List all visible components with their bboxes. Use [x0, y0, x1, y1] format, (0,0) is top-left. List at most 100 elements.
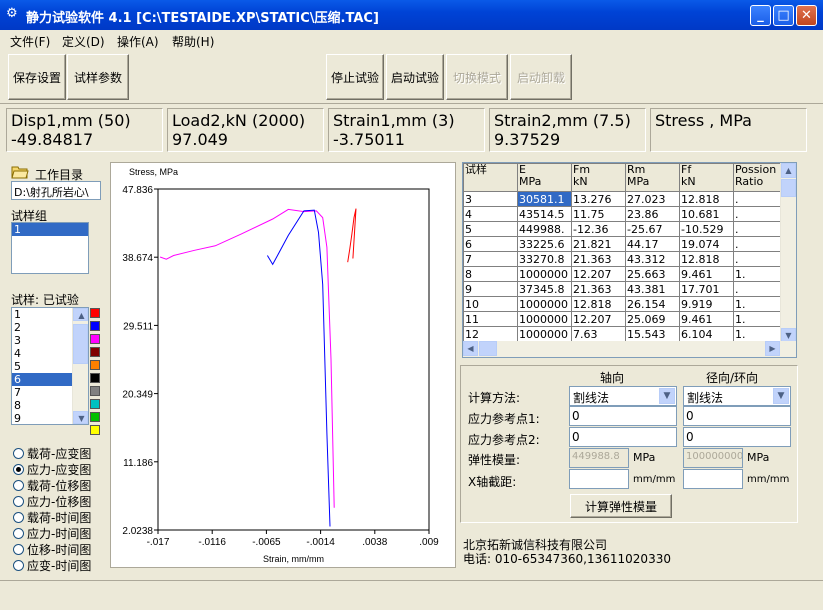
table-cell[interactable]: 25.069 — [625, 311, 680, 327]
table-cell[interactable]: 9.461 — [679, 266, 734, 282]
table-cell[interactable]: 8 — [463, 266, 518, 282]
scroll-down-icon[interactable]: ▼ — [73, 411, 88, 424]
table-row[interactable]: 7 33270.8 21.363 43.312 12.818. — [463, 251, 782, 267]
results-grid[interactable]: 试样 E MPa Fm kN Rm MPa Ff kN Possion Ratio 3 30581.1… — [462, 162, 797, 358]
table-cell[interactable]: 33225.6 — [517, 236, 572, 252]
plot-type-radio[interactable]: 应力-时间图 — [13, 525, 91, 542]
close-button[interactable]: ✕ — [796, 5, 817, 26]
table-cell[interactable]: 12.207 — [571, 266, 626, 282]
table-row[interactable]: 12 1000000 7.63 15.543 6.104 1. — [463, 326, 782, 342]
scroll-thumb[interactable] — [479, 341, 497, 356]
minimize-button[interactable]: _ — [750, 5, 771, 26]
plot-type-radio[interactable]: 载荷-时间图 — [13, 509, 91, 526]
table-cell[interactable]: 4 — [463, 206, 518, 222]
axial-ref2-input[interactable]: 0 — [569, 427, 677, 447]
table-cell[interactable]: 44.17 — [625, 236, 680, 252]
table-cell[interactable]: 5 — [463, 221, 518, 237]
table-cell[interactable]: 43.381 — [625, 281, 680, 297]
list-item[interactable]: 1 — [12, 223, 88, 236]
table-cell[interactable]: 12.818 — [571, 296, 626, 312]
scroll-up-icon[interactable]: ▲ — [73, 308, 88, 321]
plot-type-radio[interactable]: 载荷-位移图 — [13, 477, 91, 494]
menu-operate[interactable]: 操作(A) — [117, 33, 159, 50]
table-cell[interactable]: -12.36 — [571, 221, 626, 237]
axial-ref1-input[interactable]: 0 — [569, 406, 677, 426]
grid-vertical-scrollbar[interactable]: ▲ ▼ — [780, 163, 796, 343]
grid-header-cell[interactable]: 试样 — [463, 163, 518, 192]
table-row[interactable]: 9 37345.8 21.363 43.381 17.701. — [463, 281, 782, 297]
plot-type-radio[interactable]: 位移-时间图 — [13, 541, 91, 558]
radio-button-icon[interactable] — [13, 496, 24, 507]
table-row[interactable]: 8 1000000 12.207 25.663 9.461 1. — [463, 266, 782, 282]
table-cell[interactable]: 9.461 — [679, 311, 734, 327]
radio-button-icon[interactable] — [13, 448, 24, 459]
table-cell[interactable]: 1. — [733, 266, 782, 282]
table-cell[interactable]: . — [733, 206, 782, 222]
workdir-field[interactable]: D:\射孔所岩心\ — [11, 181, 101, 200]
radio-button-icon[interactable] — [13, 544, 24, 555]
menu-define[interactable]: 定义(D) — [62, 33, 105, 50]
scroll-thumb[interactable] — [73, 324, 88, 364]
grid-header-cell[interactable]: Fm kN — [571, 163, 626, 192]
table-cell[interactable]: . — [733, 221, 782, 237]
grid-header-cell[interactable]: Ff kN — [679, 163, 734, 192]
plot-type-radio[interactable]: 载荷-应变图 — [13, 445, 91, 462]
radio-button-icon[interactable] — [13, 480, 24, 491]
radio-button-icon[interactable] — [13, 560, 24, 571]
radio-button-icon[interactable] — [13, 464, 24, 475]
table-cell[interactable]: 1. — [733, 296, 782, 312]
table-cell[interactable]: 7 — [463, 251, 518, 267]
radial-ref1-input[interactable]: 0 — [683, 406, 791, 426]
table-cell[interactable]: 1000000 — [517, 311, 572, 327]
start-unload-button[interactable]: 启动卸载 — [510, 54, 572, 100]
table-row[interactable]: 6 33225.6 21.821 44.17 19.074. — [463, 236, 782, 252]
grid-header-cell[interactable]: Possion Ratio — [733, 163, 782, 192]
table-cell[interactable]: 9 — [463, 281, 518, 297]
chevron-down-icon[interactable]: ▼ — [773, 388, 789, 404]
plot-type-radio[interactable]: 应力-位移图 — [13, 493, 91, 510]
table-cell[interactable]: 13.276 — [571, 191, 626, 207]
radio-button-icon[interactable] — [13, 528, 24, 539]
table-cell[interactable]: 21.363 — [571, 281, 626, 297]
table-row[interactable]: 11 1000000 12.207 25.069 9.461 1. — [463, 311, 782, 327]
table-cell[interactable]: 37345.8 — [517, 281, 572, 297]
table-cell[interactable]: -10.529 — [679, 221, 734, 237]
table-cell[interactable]: 33270.8 — [517, 251, 572, 267]
scroll-left-icon[interactable]: ◀ — [463, 341, 478, 356]
table-cell[interactable]: . — [733, 281, 782, 297]
table-cell[interactable]: 12.818 — [679, 191, 734, 207]
specimen-list-scrollbar[interactable]: ▲ ▼ — [72, 308, 88, 424]
plot-type-radio[interactable]: 应变-时间图 — [13, 557, 91, 574]
table-row[interactable]: 3 30581.1 13.276 27.023 12.818. — [463, 191, 782, 207]
table-row[interactable]: 10 1000000 12.818 26.154 9.919 1. — [463, 296, 782, 312]
plot-type-radio[interactable]: 应力-应变图 — [13, 461, 91, 478]
table-cell[interactable]: 11.75 — [571, 206, 626, 222]
table-cell[interactable]: 1. — [733, 311, 782, 327]
table-cell[interactable]: -25.67 — [625, 221, 680, 237]
table-cell[interactable]: 3 — [463, 191, 518, 207]
table-cell[interactable]: 21.821 — [571, 236, 626, 252]
menu-file[interactable]: 文件(F) — [10, 33, 50, 50]
grid-header-cell[interactable]: E MPa — [517, 163, 572, 192]
radial-method-select[interactable]: 割线法 ▼ — [683, 386, 791, 406]
table-cell[interactable]: 1000000 — [517, 326, 572, 342]
table-cell[interactable]: 1. — [733, 326, 782, 342]
grid-horizontal-scrollbar[interactable]: ◀ ▶ — [463, 341, 796, 357]
table-cell[interactable]: 43.312 — [625, 251, 680, 267]
table-cell[interactable]: 10.681 — [679, 206, 734, 222]
table-cell[interactable]: . — [733, 236, 782, 252]
table-cell[interactable]: 25.663 — [625, 266, 680, 282]
table-cell[interactable]: 1000000 — [517, 296, 572, 312]
table-cell[interactable]: 17.701 — [679, 281, 734, 297]
folder-open-icon[interactable] — [11, 165, 31, 181]
radial-ref2-input[interactable]: 0 — [683, 427, 791, 447]
table-cell[interactable]: 30581.1 — [517, 191, 572, 207]
table-cell[interactable]: 1000000 — [517, 266, 572, 282]
table-cell[interactable]: . — [733, 251, 782, 267]
table-cell[interactable]: 12 — [463, 326, 518, 342]
radial-intercept-field[interactable] — [683, 469, 743, 489]
table-cell[interactable]: 10 — [463, 296, 518, 312]
radio-button-icon[interactable] — [13, 512, 24, 523]
menu-help[interactable]: 帮助(H) — [172, 33, 214, 50]
table-cell[interactable]: 6 — [463, 236, 518, 252]
